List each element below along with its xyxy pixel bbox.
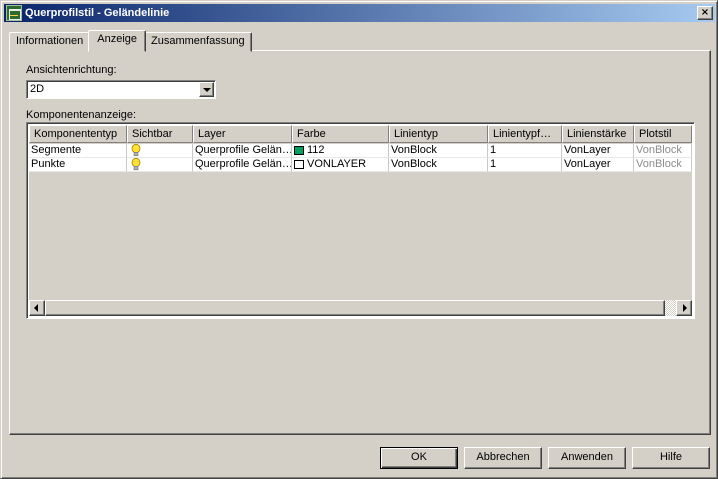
component-display-list[interactable]: Komponententyp Sichtbar Layer Farbe Lini… <box>26 122 695 319</box>
cell-component-type: Segmente <box>29 144 127 158</box>
dropdown-arrow-icon[interactable] <box>199 82 214 97</box>
view-direction-select[interactable]: 2D <box>26 80 216 99</box>
column-header-layer[interactable]: Layer <box>193 125 292 143</box>
tab-informationen[interactable]: Informationen <box>9 32 91 52</box>
cell-layer[interactable]: Querprofile Gelän… <box>193 144 292 158</box>
cell-linetype-scale[interactable]: 1 <box>488 158 562 172</box>
cancel-button[interactable]: Abbrechen <box>464 447 542 469</box>
tab-zusammenfassung[interactable]: Zusammenfassung <box>144 32 252 52</box>
color-swatch-icon <box>294 146 304 155</box>
cell-plotstyle: VonBlock <box>634 144 692 158</box>
cell-plotstyle: VonBlock <box>634 158 692 172</box>
cell-linetype-scale[interactable]: 1 <box>488 144 562 158</box>
tab-anzeige[interactable]: Anzeige <box>88 30 147 52</box>
column-header-plotstil[interactable]: Plotstil <box>634 125 692 143</box>
view-direction-label: Ansichtenrichtung: <box>26 64 117 76</box>
cell-lineweight[interactable]: VonLayer <box>562 144 634 158</box>
column-header-komponententyp[interactable]: Komponententyp <box>29 125 127 143</box>
cell-color[interactable]: 112 <box>292 144 389 158</box>
column-header-sichtbar[interactable]: Sichtbar <box>127 125 193 143</box>
title-bar[interactable]: Querprofilstil - Geländelinie × <box>4 4 715 22</box>
column-header-farbe[interactable]: Farbe <box>292 125 389 143</box>
lightbulb-on-icon[interactable] <box>131 144 141 157</box>
window-title: Querprofilstil - Geländelinie <box>25 7 170 19</box>
cell-visible[interactable] <box>127 158 193 172</box>
horizontal-scrollbar[interactable] <box>29 300 692 316</box>
list-body: Komponententyp Sichtbar Layer Farbe Lini… <box>29 125 692 300</box>
dialog-window: Querprofilstil - Geländelinie × Informat… <box>0 0 718 479</box>
list-header: Komponententyp Sichtbar Layer Farbe Lini… <box>29 125 692 143</box>
cell-component-type: Punkte <box>29 158 127 172</box>
cell-visible[interactable] <box>127 144 193 158</box>
lightbulb-on-icon[interactable] <box>131 158 141 171</box>
cell-linetype[interactable]: VonBlock <box>389 158 488 172</box>
column-header-linientypfaktor[interactable]: Linientypf… <box>488 125 562 143</box>
view-direction-value: 2D <box>30 83 45 95</box>
cell-lineweight[interactable]: VonLayer <box>562 158 634 172</box>
column-header-linientyp[interactable]: Linientyp <box>389 125 488 143</box>
column-header-linienstaerke[interactable]: Linienstärke <box>562 125 634 143</box>
scroll-right-arrow-icon[interactable] <box>676 300 692 316</box>
cell-linetype[interactable]: VonBlock <box>389 144 488 158</box>
cell-color[interactable]: VONLAYER <box>292 158 389 172</box>
ok-button[interactable]: OK <box>380 447 458 469</box>
tab-strip: Informationen Anzeige Zusammenfassung <box>9 30 252 52</box>
profile-style-app-icon <box>6 5 22 21</box>
table-row[interactable]: Punkte Querprofile Gelän… VONLAYER VonBl… <box>29 158 692 172</box>
close-button[interactable]: × <box>697 6 713 20</box>
scrollbar-thumb[interactable] <box>45 300 665 316</box>
table-row[interactable]: Segmente Querprofile Gelän… 112 VonBlock… <box>29 144 692 158</box>
apply-button[interactable]: Anwenden <box>548 447 626 469</box>
cell-layer[interactable]: Querprofile Gelän… <box>193 158 292 172</box>
color-value: VONLAYER <box>307 158 367 170</box>
color-value: 112 <box>307 144 325 156</box>
component-display-label: Komponentenanzeige: <box>26 109 137 121</box>
help-button[interactable]: Hilfe <box>632 447 710 469</box>
scroll-left-arrow-icon[interactable] <box>29 300 45 316</box>
color-swatch-icon <box>294 160 304 169</box>
